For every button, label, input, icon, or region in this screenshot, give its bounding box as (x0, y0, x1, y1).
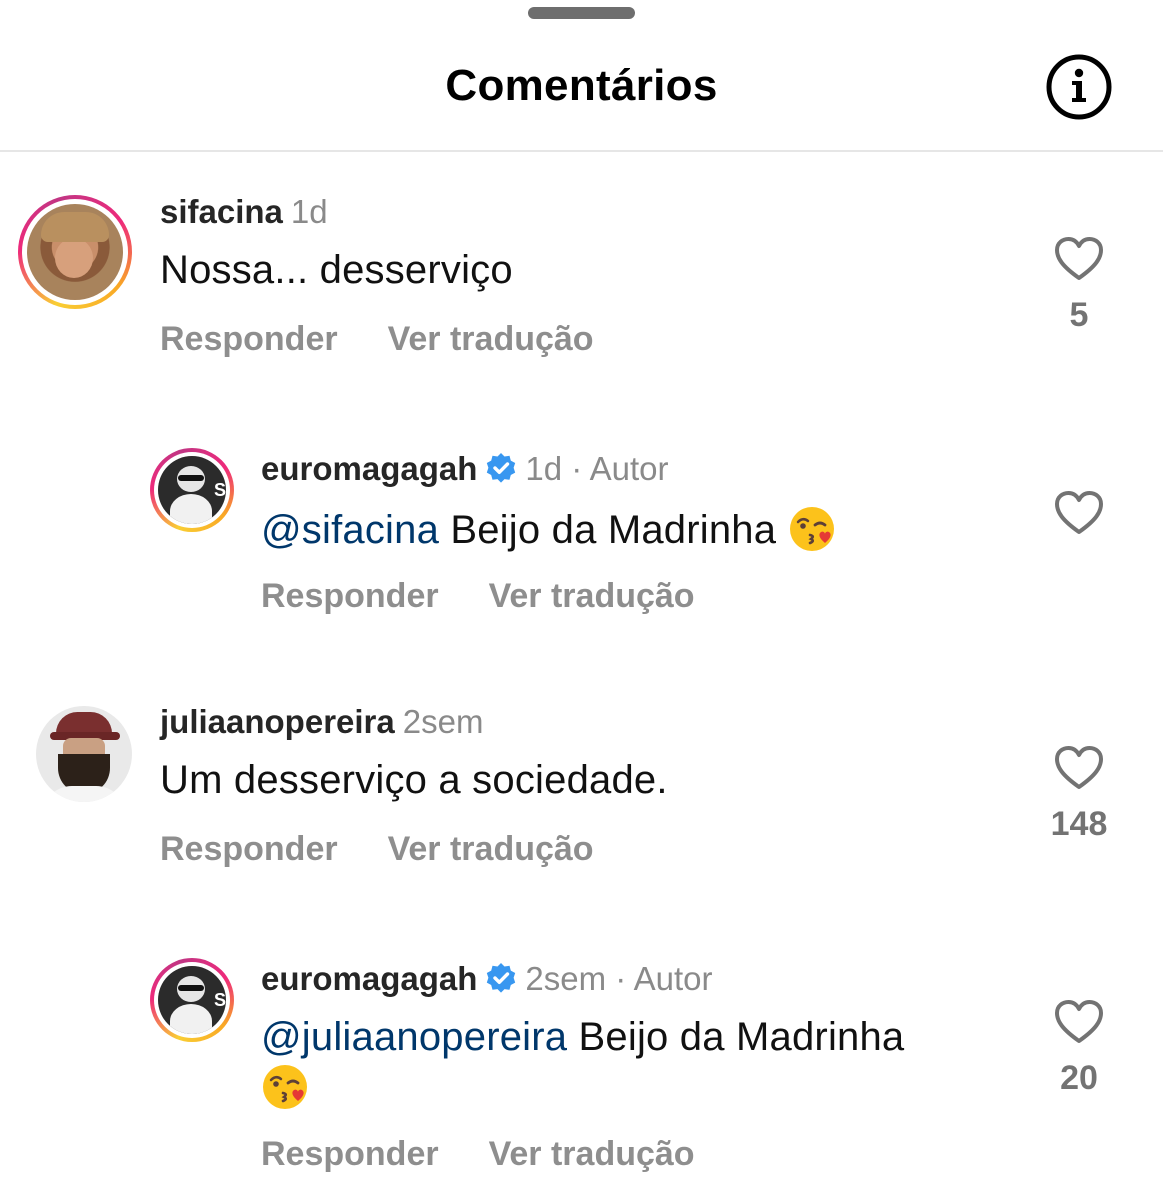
comments-sheet: Comentários sifacina 1d Nossa... desservi… (0, 0, 1163, 1200)
comment-text-line: @juliaanopereira Beijo da Madrinha (261, 1015, 904, 1060)
like-button[interactable]: 148 (1049, 745, 1109, 844)
like-button[interactable]: 20 (1049, 999, 1109, 1098)
comment-time: 2sem (525, 960, 607, 997)
avatar[interactable] (36, 706, 132, 802)
verified-badge-icon (485, 962, 517, 1002)
comment-actions: Responder Ver tradução (160, 320, 594, 359)
comment-emoji-line (261, 1063, 309, 1111)
verified-badge-icon (485, 452, 517, 492)
translate-button[interactable]: Ver tradução (388, 320, 594, 359)
comment-meta: euromagagah 2sem · Autor (261, 960, 712, 1002)
heart-icon (1055, 1000, 1103, 1043)
comment-text-line: @sifacina Beijo da Madrinha (261, 505, 836, 553)
comment-actions: Responder Ver tradução (160, 830, 594, 869)
like-count: 148 (1050, 805, 1108, 843)
info-circle-icon[interactable] (1045, 53, 1113, 121)
like-button[interactable] (1049, 490, 1109, 550)
kissing-face-with-heart-emoji (261, 1063, 309, 1111)
author-label: · Autor (615, 960, 713, 997)
reply-button[interactable]: Responder (160, 830, 338, 869)
author-label: · Autor (571, 450, 669, 487)
heart-icon (1055, 491, 1103, 534)
like-button[interactable]: 5 (1049, 236, 1109, 335)
comment-actions: Responder Ver tradução (261, 577, 695, 616)
comment-username[interactable]: euromagagah (261, 450, 477, 487)
reply-button[interactable]: Responder (261, 1135, 439, 1174)
sheet-grabber-handle[interactable] (528, 7, 635, 19)
comment-text: Um desserviço a sociedade. (160, 758, 668, 802)
translate-button[interactable]: Ver tradução (388, 830, 594, 869)
comment-time: 1d (525, 450, 563, 487)
comment-meta: sifacina 1d (160, 193, 328, 231)
comment-meta: euromagagah 1d · Autor (261, 450, 669, 492)
comment-time: 2sem (402, 703, 484, 740)
heart-icon (1055, 237, 1103, 280)
comment-username[interactable]: sifacina (160, 193, 283, 230)
comment-mention[interactable]: @juliaanopereira (261, 1015, 567, 1059)
translate-button[interactable]: Ver tradução (489, 1135, 695, 1174)
comment-time: 1d (290, 193, 328, 230)
comment-text: Nossa... desserviço (160, 248, 513, 292)
page-title: Comentários (445, 61, 718, 110)
comment-username[interactable]: juliaanopereira (160, 703, 395, 740)
avatar[interactable]: S (150, 958, 234, 1042)
comment-meta: juliaanopereira 2sem (160, 703, 483, 741)
avatar[interactable]: S (150, 448, 234, 532)
reply-button[interactable]: Responder (261, 577, 439, 616)
reply-button[interactable]: Responder (160, 320, 338, 359)
comments-header: Comentários (0, 28, 1163, 152)
comment-mention[interactable]: @sifacina (261, 508, 439, 552)
like-count: 5 (1069, 296, 1089, 334)
comment-text: Beijo da Madrinha (450, 508, 777, 552)
heart-icon (1055, 746, 1103, 789)
like-count: 20 (1060, 1059, 1098, 1097)
comment-text: Beijo da Madrinha (578, 1015, 905, 1059)
avatar[interactable] (18, 195, 132, 309)
translate-button[interactable]: Ver tradução (489, 577, 695, 616)
comment-username[interactable]: euromagagah (261, 960, 477, 997)
comment-actions: Responder Ver tradução (261, 1135, 695, 1174)
kissing-face-with-heart-emoji (788, 505, 836, 553)
